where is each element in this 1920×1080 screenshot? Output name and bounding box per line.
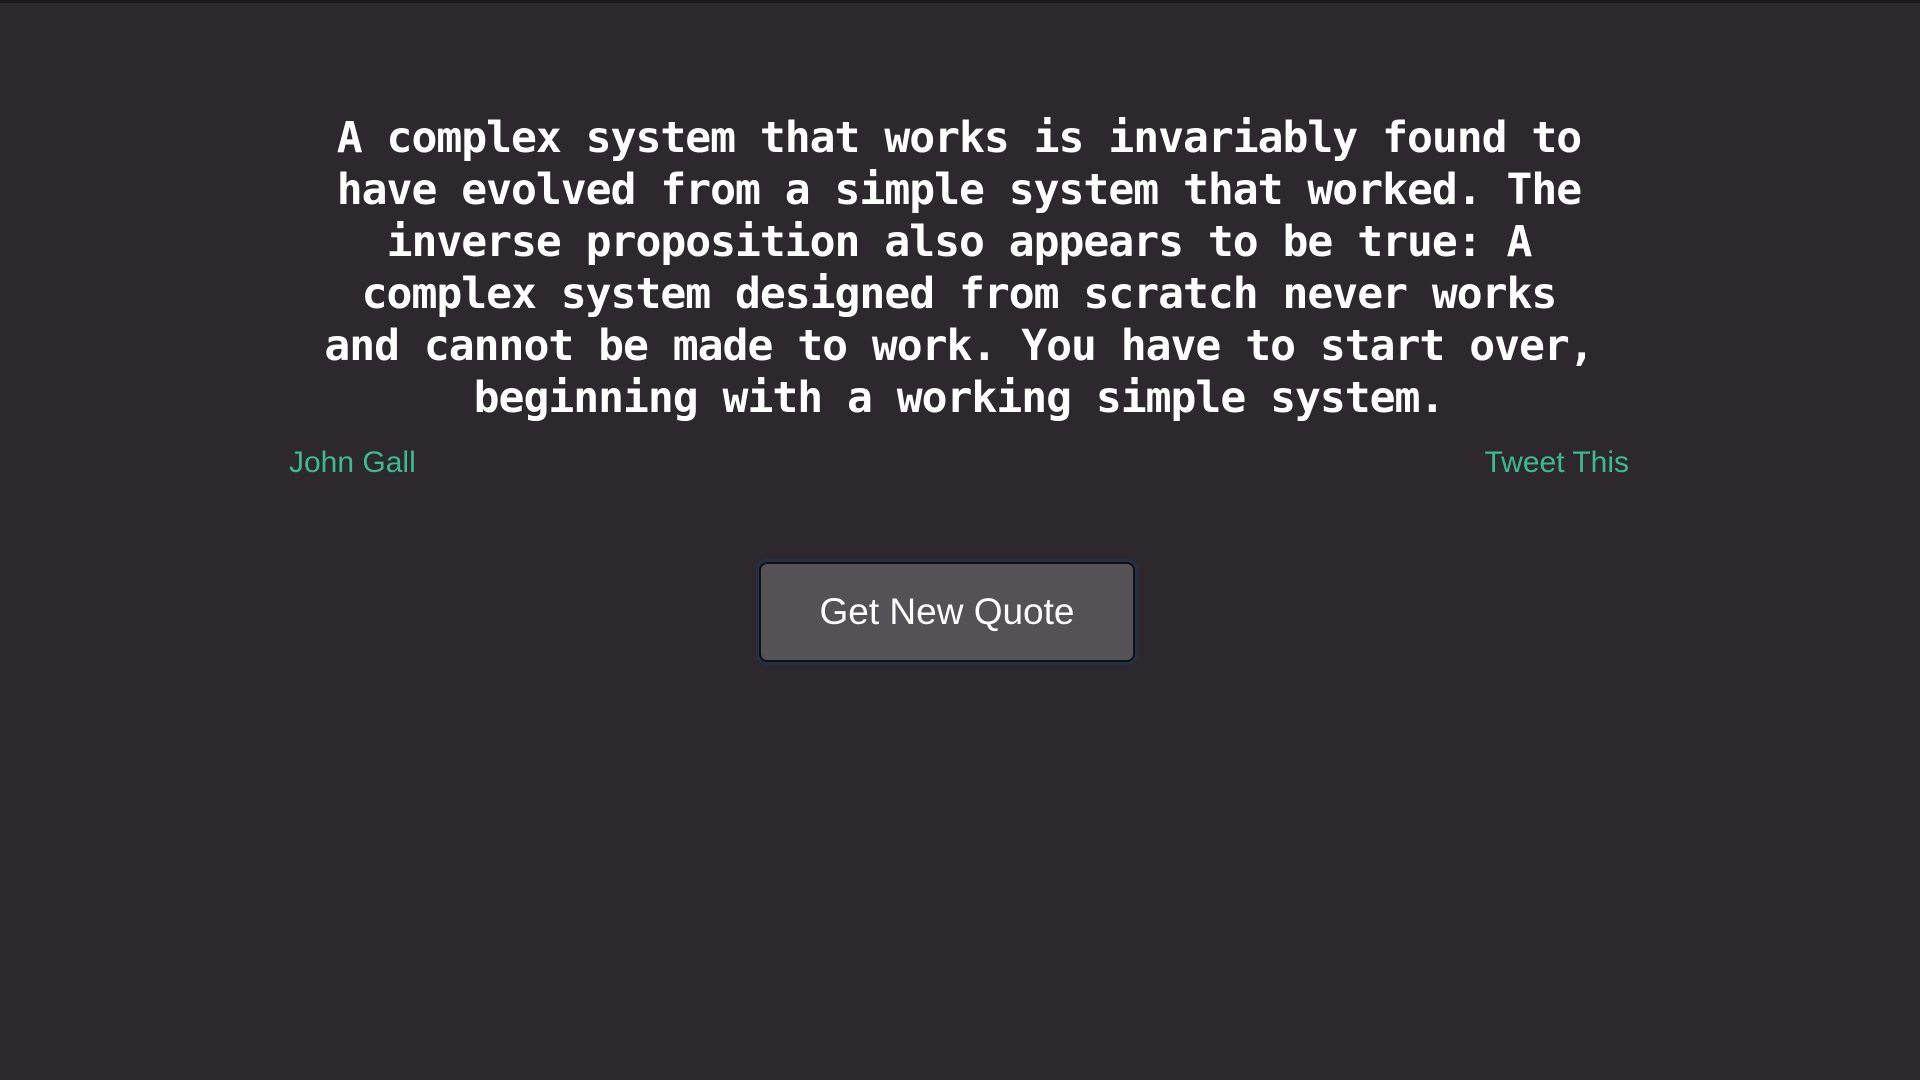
quote-text: A complex system that works is invariabl… xyxy=(324,113,1594,423)
quote-author-link[interactable]: John Gall xyxy=(289,446,416,480)
quote-footer: John Gall Tweet This xyxy=(289,446,1629,486)
get-new-quote-button[interactable]: Get New Quote xyxy=(759,562,1135,662)
top-edge-divider xyxy=(0,0,1920,3)
tweet-this-link[interactable]: Tweet This xyxy=(1484,446,1629,480)
quote-card: A complex system that works is invariabl… xyxy=(289,112,1629,486)
